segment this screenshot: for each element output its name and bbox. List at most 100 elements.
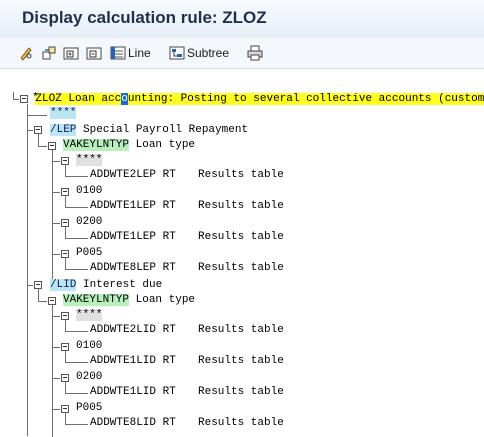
variable-code: VAKEYLNTYP (63, 294, 130, 306)
tree-connector (65, 320, 66, 331)
line-label: Line (128, 46, 151, 60)
line-button[interactable]: Line (110, 44, 151, 62)
tree-connector (65, 393, 88, 394)
tree-connector (65, 362, 88, 363)
tree-connector (38, 146, 47, 147)
tree-connector (65, 196, 66, 207)
entry-operation[interactable]: ADDWTE2LID RT (90, 324, 176, 336)
tree-connector (52, 192, 60, 193)
entry-operation[interactable]: ADDWTE1LEP RT (90, 231, 176, 243)
tree-connector (52, 305, 53, 437)
entry-description: Results table (198, 355, 284, 367)
tree-connector (65, 351, 66, 362)
collapse-toggle-icon[interactable] (61, 157, 69, 165)
variable-row[interactable]: VAKEYLNTYP Loan type (63, 138, 195, 153)
tree-connector (65, 331, 88, 332)
root-row[interactable]: ZLOZ Loan accounting: Posting to several… (9, 77, 484, 105)
entry-operation[interactable]: ADDWTE1LID RT (90, 355, 176, 367)
entry-description: Results table (198, 324, 284, 336)
variable-code: VAKEYLNTYP (63, 139, 130, 151)
collapse-toggle-icon[interactable] (61, 188, 69, 196)
tree-connector (65, 176, 88, 177)
collapse-toggle-icon[interactable] (34, 281, 42, 289)
collapse-toggle-icon[interactable] (20, 95, 28, 103)
tree-connector (65, 207, 88, 208)
tree-connector (38, 301, 47, 302)
collapse-toggle-icon[interactable] (61, 343, 69, 351)
tree-connector (65, 413, 66, 424)
group-code: /LEP (50, 124, 77, 136)
star-node[interactable]: * (32, 92, 39, 104)
application-toolbar: Line Subtree (0, 38, 484, 69)
subtree-button[interactable]: Subtree (169, 44, 229, 62)
entry-description: Results table (198, 386, 284, 398)
title-bar: Display calculation rule: ZLOZ (0, 0, 484, 39)
entry-description: Results table (198, 262, 284, 274)
tree-connector (65, 382, 66, 393)
tree-connector (52, 223, 60, 224)
entry-key[interactable]: P005 (76, 247, 102, 259)
collapse-node-icon[interactable] (86, 44, 102, 62)
tree-connector (38, 134, 39, 146)
window-title: Display calculation rule: ZLOZ (22, 8, 267, 27)
tree-connector (27, 285, 33, 286)
text-cursor: o (121, 93, 128, 105)
expand-node-icon[interactable] (63, 44, 79, 62)
rule-tree: ZLOZ Loan accounting: Posting to several… (0, 72, 484, 437)
tree-connector (38, 289, 39, 301)
collapse-toggle-icon[interactable] (34, 126, 42, 134)
print-icon[interactable] (247, 44, 263, 62)
collapse-toggle-icon[interactable] (61, 219, 69, 227)
entry-key[interactable]: P005 (76, 402, 102, 414)
pencil-glasses-icon[interactable] (18, 44, 34, 62)
collapse-toggle-icon[interactable] (61, 250, 69, 258)
collapse-toggle-icon[interactable] (48, 142, 56, 150)
tree-connector (65, 165, 66, 176)
group-row[interactable]: /LEP Special Payroll Repayment (50, 123, 248, 138)
entry-key[interactable]: 0100 (76, 185, 102, 197)
collapse-toggle-icon[interactable] (61, 374, 69, 382)
tree-connector (65, 227, 66, 238)
stars-node[interactable]: **** (50, 107, 77, 119)
group-row[interactable]: /LID Interest due (50, 278, 162, 293)
entry-key[interactable]: 0200 (76, 216, 102, 228)
entry-key[interactable]: 0100 (76, 340, 102, 352)
tree-connector (27, 130, 33, 131)
group-code: /LID (50, 279, 77, 291)
tree-connector (52, 150, 53, 282)
root-text-b: unting: Posting to several collective ac… (127, 93, 484, 105)
group-text: Special Payroll Repayment (83, 124, 249, 136)
collapse-toggle-icon[interactable] (48, 297, 56, 305)
tree-connector (27, 104, 28, 436)
root-text-a: Loan acc (68, 93, 122, 105)
subtree-icon (169, 46, 185, 60)
tree-connector (52, 409, 60, 410)
tree-connector (52, 161, 60, 162)
tree-connector (52, 347, 60, 348)
collapse-toggle-icon[interactable] (61, 312, 69, 320)
variable-row[interactable]: VAKEYLNTYP Loan type (63, 293, 195, 308)
entry-description: Results table (198, 231, 284, 243)
tree-connector (52, 378, 60, 379)
entry-operation[interactable]: ADDWTE8LEP RT (90, 262, 176, 274)
tree-connector (13, 92, 14, 99)
collapse-toggle-icon[interactable] (61, 405, 69, 413)
group-text: Interest due (83, 279, 163, 291)
entry-operation[interactable]: ADDWTE1LID RT (90, 386, 176, 398)
tree-connector (65, 424, 88, 425)
line-icon (110, 46, 126, 60)
other-object-icon[interactable] (41, 44, 57, 62)
entry-operation[interactable]: ADDWTE1LEP RT (90, 200, 176, 212)
subtree-label: Subtree (187, 46, 230, 60)
tree-connector (52, 316, 60, 317)
entry-key[interactable]: 0200 (76, 371, 102, 383)
entry-key[interactable]: **** (76, 309, 103, 321)
entry-operation[interactable]: ADDWTE2LEP RT (90, 169, 176, 181)
entry-description: Results table (198, 417, 284, 429)
entry-key[interactable]: **** (76, 154, 103, 166)
tree-connector (65, 238, 88, 239)
tree-connector (65, 258, 66, 269)
entry-operation[interactable]: ADDWTE8LID RT (90, 417, 176, 429)
tree-connector (65, 269, 88, 270)
tree-connector (13, 99, 19, 100)
